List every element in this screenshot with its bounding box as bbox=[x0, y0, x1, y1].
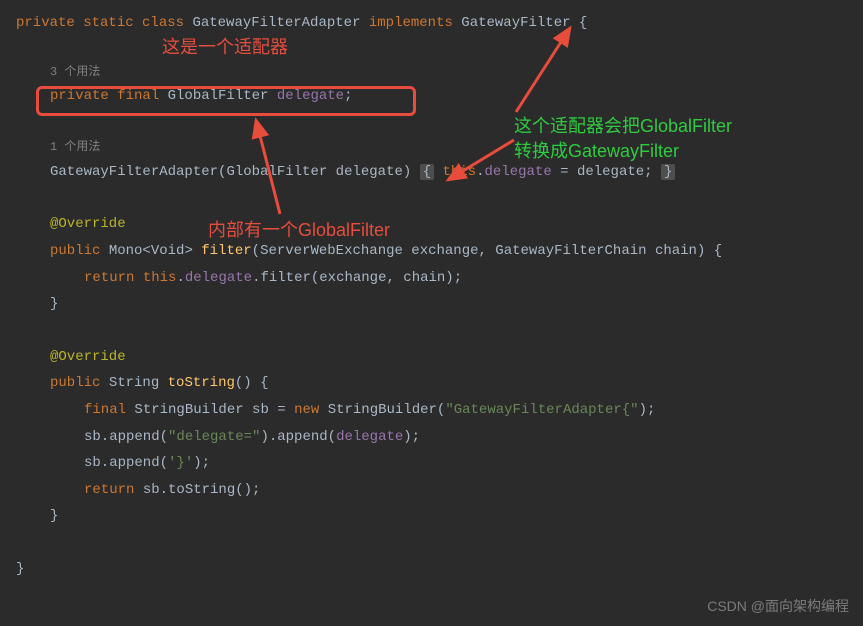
code-line-filter-method: public Mono<Void> filter(ServerWebExchan… bbox=[16, 238, 847, 265]
code-line-close-3: } bbox=[16, 556, 847, 583]
code-line-close-1: } bbox=[16, 291, 847, 318]
code-line-override-1: @Override bbox=[16, 211, 847, 238]
code-line-sb-decl: final StringBuilder sb = new StringBuild… bbox=[16, 397, 847, 424]
usages-hint-2: 1 个用法 bbox=[16, 136, 847, 159]
code-line-tostring: public String toString() { bbox=[16, 370, 847, 397]
watermark: CSDN @面向架构编程 bbox=[707, 593, 849, 620]
code-line-override-2: @Override bbox=[16, 344, 847, 371]
code-line-field-decl: private final GlobalFilter delegate; bbox=[16, 83, 847, 110]
code-line-return-sb: return sb.toString(); bbox=[16, 477, 847, 504]
code-line-close-2: } bbox=[16, 503, 847, 530]
code-line-filter-return: return this.delegate.filter(exchange, ch… bbox=[16, 265, 847, 292]
usages-hint-1: 3 个用法 bbox=[16, 61, 847, 84]
code-line-class-decl: private static class GatewayFilterAdapte… bbox=[16, 10, 847, 37]
code-line-sb-append1: sb.append("delegate=").append(delegate); bbox=[16, 424, 847, 451]
code-line-sb-append2: sb.append('}'); bbox=[16, 450, 847, 477]
code-line-constructor: GatewayFilterAdapter(GlobalFilter delega… bbox=[16, 159, 847, 186]
